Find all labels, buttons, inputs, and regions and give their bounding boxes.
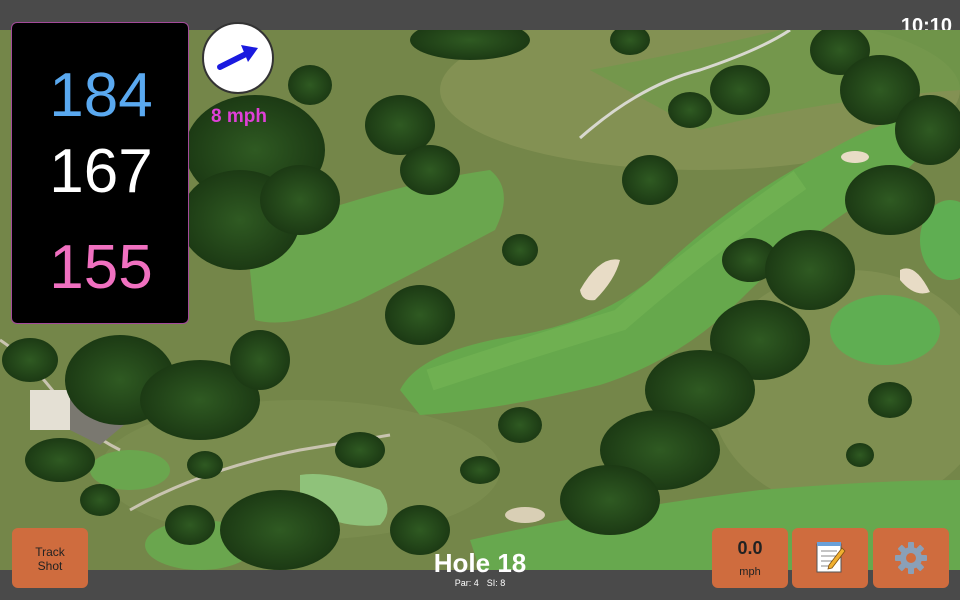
track-shot-label-line2: Shot [37, 559, 63, 573]
track-shot-label-line1: Track [35, 545, 65, 559]
track-shot-button[interactable]: Track Shot [12, 528, 88, 588]
settings-button[interactable] [873, 528, 949, 588]
hole-stroke-index: SI: 8 [486, 578, 506, 588]
speed-button[interactable]: 0.0 mph [712, 528, 788, 588]
notes-button[interactable] [792, 528, 868, 588]
wind-speed: 8 mph [211, 106, 267, 127]
speed-value: 0.0 [737, 538, 763, 558]
wind-indicator [202, 22, 274, 94]
distance-panel: 184 167 155 [11, 22, 189, 324]
notepad-icon [816, 542, 846, 573]
wind-direction-arrow-icon [217, 45, 258, 70]
hole-info: Par: 4 SI: 8 [380, 578, 580, 588]
speed-unit: mph [739, 566, 761, 578]
middle-distance: 167 [49, 137, 153, 206]
hole-par: Par: 4 [454, 578, 479, 588]
hole-title: Hole 18 [433, 548, 527, 578]
front-distance: 155 [49, 233, 153, 302]
gear-icon [895, 542, 927, 574]
back-distance: 184 [49, 61, 153, 130]
